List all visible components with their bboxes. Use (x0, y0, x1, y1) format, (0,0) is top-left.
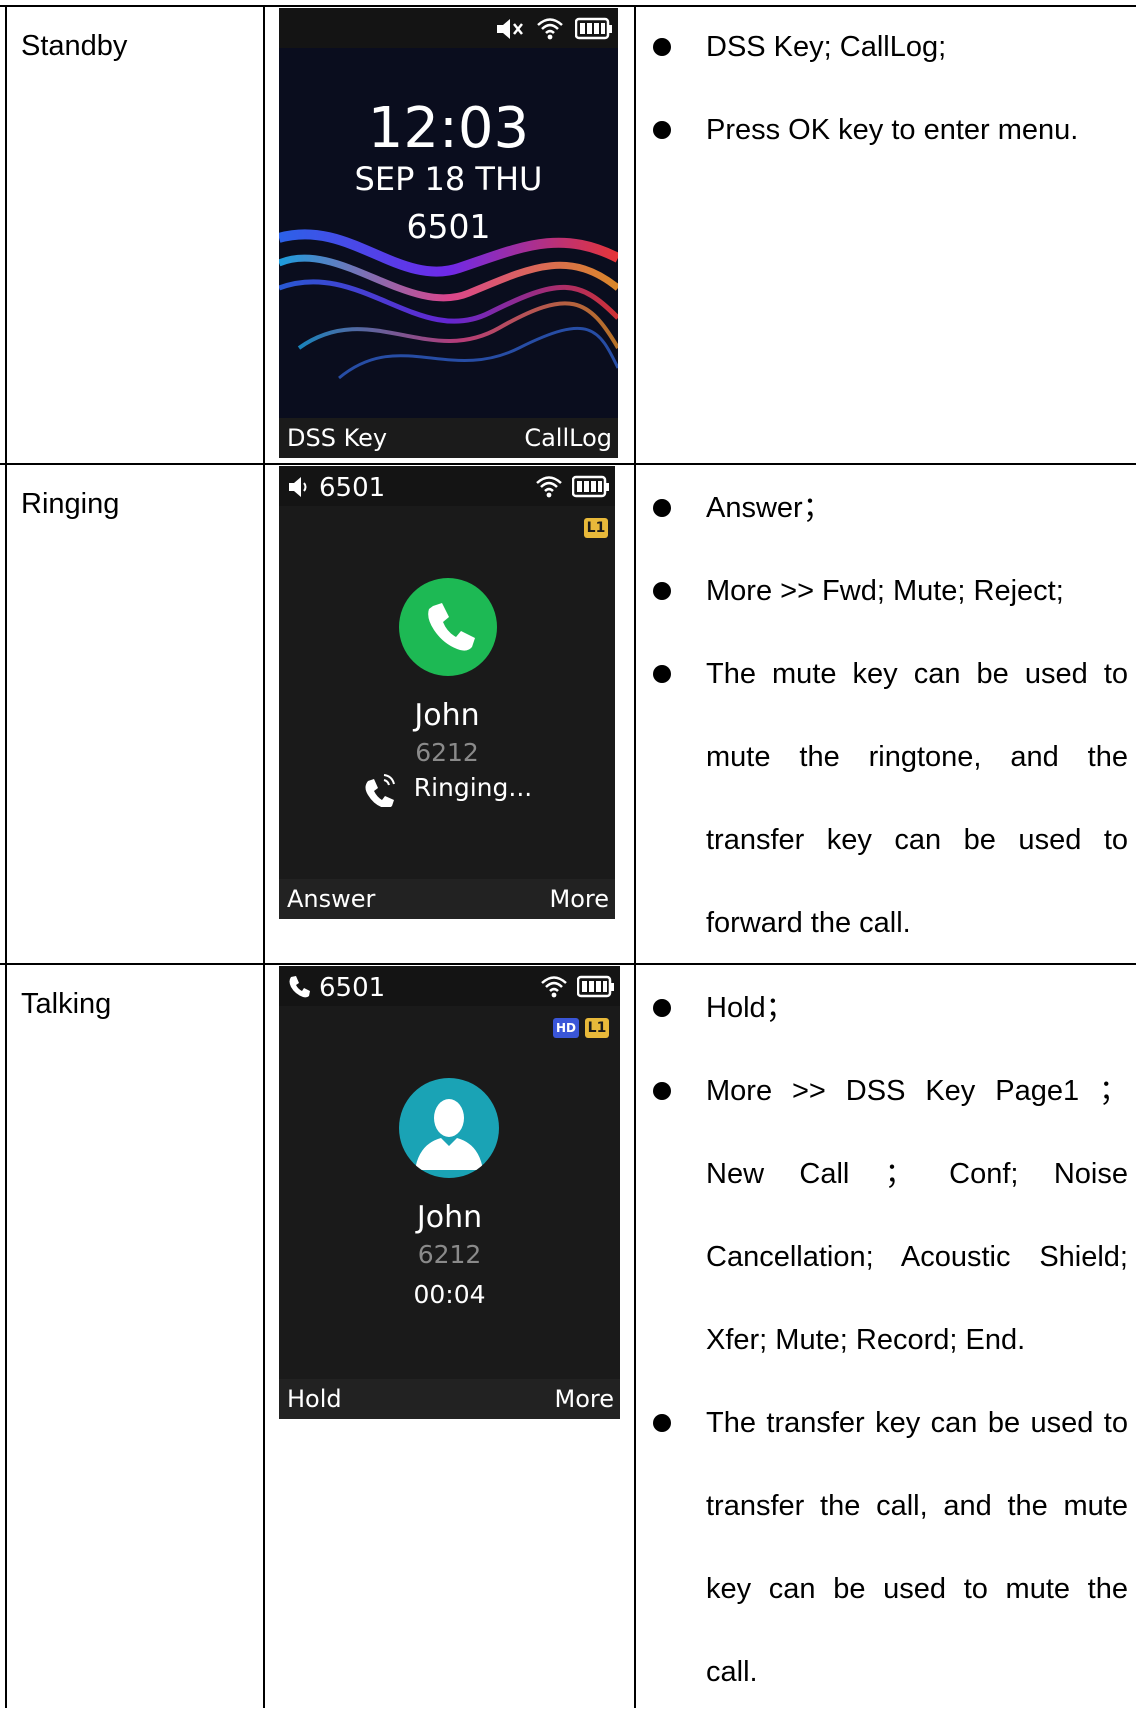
softkey-dss-key[interactable]: DSS Key (287, 424, 387, 452)
contact-avatar-icon (399, 1078, 499, 1178)
mute-icon (497, 19, 523, 39)
wallpaper-wave (279, 229, 618, 380)
battery-icon (575, 17, 612, 40)
list-item: More >> DSS Key Page1 ； New Call ； Conf;… (650, 1050, 1128, 1382)
list-item: Press OK key to enter menu. (650, 89, 1128, 172)
speaker-icon (289, 477, 307, 497)
contact-number: 6212 (415, 738, 479, 767)
list-item: The mute key can be used to mute the rin… (650, 633, 1128, 965)
talking-description: Hold； More >> DSS Key Page1 ； New Call ；… (650, 967, 1128, 1714)
call-status: Ringing... (279, 771, 615, 809)
column-divider (263, 5, 265, 1708)
contact-name: John (414, 698, 480, 733)
handset-icon (289, 976, 310, 998)
list-item: Answer； (650, 467, 1128, 550)
clock-date: SEP 18 THU (354, 160, 543, 198)
state-label-ringing: Ringing (21, 488, 120, 520)
list-item: The transfer key can be used to transfer… (650, 1382, 1128, 1714)
phone-screen-standby: 12:03 SEP 18 THU 6501 DSS Key CallLog (279, 8, 618, 458)
answer-call-icon (399, 578, 497, 676)
softkey-hold[interactable]: Hold (287, 1385, 342, 1413)
hd-badge: HD (553, 1018, 579, 1038)
phone-screen-talking: 6501 HD L1 John 6212 00:04 Hold More (279, 966, 620, 1419)
row-divider (0, 463, 1136, 465)
standby-description: DSS Key; CallLog; Press OK key to enter … (650, 6, 1128, 172)
wifi-icon (536, 476, 562, 498)
status-bar: 6501 (279, 966, 620, 1006)
clock-time: 12:03 (367, 96, 530, 161)
softkey-bar: DSS Key CallLog (279, 418, 618, 458)
wifi-icon (541, 976, 567, 998)
line-badge: L1 (584, 518, 608, 538)
softkey-bar: Answer More (279, 879, 615, 919)
line-badge: L1 (585, 1018, 609, 1038)
state-label-talking: Talking (21, 988, 112, 1020)
list-item: DSS Key; CallLog; (650, 6, 1128, 89)
softkey-more[interactable]: More (555, 1385, 615, 1413)
battery-icon (572, 475, 609, 498)
softkey-more[interactable]: More (550, 885, 610, 913)
call-duration: 00:04 (413, 1280, 486, 1309)
phone-screen-ringing: 6501 L1 John 6212 Ringing... Answer More (279, 466, 615, 919)
contact-number: 6212 (417, 1240, 482, 1269)
contact-name: John (416, 1200, 483, 1235)
list-item: More >> Fwd; Mute; Reject; (650, 550, 1128, 633)
call-status-text: Ringing... (413, 773, 533, 802)
status-bar (279, 8, 618, 48)
wifi-icon (537, 18, 563, 40)
ringing-phone-icon (365, 774, 395, 809)
table-border-left (5, 5, 7, 1708)
line-number: 6501 (319, 973, 386, 1003)
column-divider (634, 5, 636, 1708)
line-number: 6501 (319, 473, 386, 503)
softkey-answer[interactable]: Answer (287, 885, 375, 913)
status-bar: 6501 (279, 466, 615, 506)
list-item: Hold； (650, 967, 1128, 1050)
ringing-description: Answer； More >> Fwd; Mute; Reject; The m… (650, 467, 1128, 965)
softkey-calllog[interactable]: CallLog (524, 424, 612, 452)
softkey-bar: Hold More (279, 1379, 620, 1419)
battery-icon (577, 975, 614, 998)
state-label-standby: Standby (21, 30, 128, 62)
status-table: Standby 12:03 SEP 18 THU 6501 DSS Key Ca… (0, 0, 1136, 1708)
